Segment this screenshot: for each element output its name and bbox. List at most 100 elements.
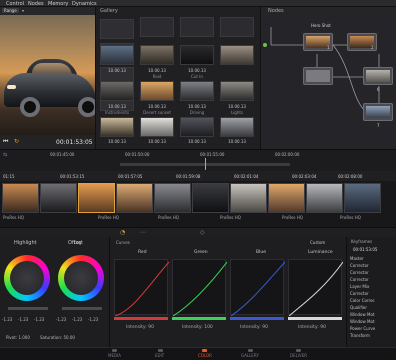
- gallery-still[interactable]: [140, 17, 174, 37]
- clip-thumbnail[interactable]: [268, 183, 305, 213]
- keyframe-row[interactable]: Corrector: [350, 270, 369, 275]
- node-number: 1: [327, 45, 330, 50]
- gallery-still[interactable]: [220, 81, 254, 101]
- color-icon[interactable]: ◔: [120, 229, 125, 236]
- keyframe-row[interactable]: Master: [350, 256, 364, 261]
- keyframe-row[interactable]: Corrector: [350, 277, 369, 282]
- green-bar: [172, 317, 226, 320]
- playhead[interactable]: [205, 158, 206, 170]
- gallery-still[interactable]: [180, 45, 214, 65]
- viewer-range-dropdown[interactable]: Range: [2, 8, 19, 13]
- car-headlight: [7, 85, 16, 89]
- gallery-still-tc: 10.00.13: [148, 104, 166, 109]
- gallery-still[interactable]: [140, 45, 174, 65]
- viewer-timecode: 00:01:53:05: [56, 139, 93, 146]
- dots-icon[interactable]: ⋯: [140, 229, 146, 236]
- gallery-still[interactable]: [100, 117, 134, 137]
- node-6[interactable]: [363, 67, 393, 85]
- keyframe-row[interactable]: Corrector: [350, 263, 369, 268]
- window-icon[interactable]: ◇: [200, 229, 205, 236]
- keyframe-row[interactable]: Window Mot: [350, 312, 375, 317]
- clip-thumbnail[interactable]: [230, 183, 267, 213]
- clip-thumbnail[interactable]: [2, 183, 39, 213]
- highlight-wheel[interactable]: [4, 255, 50, 301]
- timeline-ruler[interactable]: ⇆ 00:01:45:00 00:01:50:00 00:01:55:00 00…: [0, 149, 396, 171]
- media-page-icon[interactable]: [112, 349, 117, 352]
- page-media[interactable]: MEDIA: [108, 353, 121, 358]
- gallery-still[interactable]: [220, 117, 254, 137]
- gallery-album[interactable]: [100, 19, 134, 39]
- keyframes-timecode: 00:01:53:05: [353, 247, 378, 252]
- ruler-tc: 00:01:55:00: [200, 152, 225, 157]
- keyframe-row[interactable]: Transform: [350, 333, 370, 338]
- loop-icon[interactable]: ↻: [14, 138, 19, 145]
- deliver-page-icon[interactable]: [296, 349, 301, 352]
- gallery-still[interactable]: [140, 81, 174, 101]
- keyframe-row[interactable]: Power Curve: [350, 326, 375, 331]
- gallery-still-label: Instruments: [104, 110, 130, 115]
- gallery-still[interactable]: [180, 81, 214, 101]
- gallery-still-tc: 10.00.13: [108, 104, 126, 109]
- gallery-still-tc: 10.00.13: [108, 68, 126, 73]
- gallery-still[interactable]: [100, 45, 134, 65]
- node-number: 7: [377, 123, 380, 128]
- keyframe-row[interactable]: Qualifier: [350, 305, 367, 310]
- gallery-still[interactable]: [220, 17, 254, 37]
- viewer-image[interactable]: [0, 15, 95, 135]
- gallery-still[interactable]: [220, 45, 254, 65]
- clip-thumbnail[interactable]: [40, 183, 77, 213]
- highlight-slider[interactable]: [8, 307, 48, 310]
- clip-timecode: 00:02:03:04: [292, 174, 317, 179]
- curves-panel: Log Curves Red Green Blue Luminance Cust…: [74, 237, 346, 347]
- offset-slider[interactable]: [62, 307, 102, 310]
- curve-luminance[interactable]: [288, 259, 344, 317]
- page-deliver[interactable]: DELIVER: [290, 353, 307, 358]
- page-color[interactable]: COLOR: [198, 353, 212, 358]
- clip-format: ProRes HQ: [98, 215, 119, 220]
- curve-blue[interactable]: [230, 259, 286, 317]
- keyframe-row[interactable]: Corrector: [350, 291, 369, 296]
- node-number: 2: [371, 45, 374, 50]
- skip-back-icon[interactable]: ⏮: [3, 138, 8, 146]
- wheels-mode[interactable]: Log: [74, 240, 81, 245]
- curve-red[interactable]: [114, 259, 170, 317]
- clip-thumbnail[interactable]: [154, 183, 191, 213]
- keyframe-row[interactable]: Layer Mix: [350, 284, 369, 289]
- wheel-value: -1.23: [56, 317, 67, 322]
- wheel-value: -1.23: [34, 317, 45, 322]
- page-edit[interactable]: EDIT: [155, 353, 164, 358]
- wheel-value: -1.23: [18, 317, 29, 322]
- clip-thumbnail-selected[interactable]: [78, 183, 115, 213]
- menu-bar: Control Nodes Memory Dynamics: [0, 0, 396, 7]
- gallery-still-tc: 10.00.13: [108, 139, 126, 144]
- page-gallery[interactable]: GALLERY: [241, 353, 259, 358]
- keyframes-title: Keyframes: [351, 239, 373, 244]
- color-page-icon[interactable]: [202, 349, 207, 352]
- clip-thumbnail[interactable]: [344, 183, 381, 213]
- node-layer-mixer[interactable]: [303, 67, 333, 85]
- gallery-still[interactable]: [140, 117, 174, 137]
- clip-format: ProRes HQ: [220, 215, 241, 220]
- luminance-intensity: Intensity: 90: [298, 325, 326, 330]
- gallery-still[interactable]: [180, 117, 214, 137]
- curves-custom-dropdown[interactable]: Custom: [310, 240, 325, 245]
- clip-thumbnail[interactable]: [192, 183, 229, 213]
- keyframe-row[interactable]: Color Correc: [350, 298, 375, 303]
- node-input-dot[interactable]: [263, 43, 267, 47]
- gallery-page-icon[interactable]: [248, 349, 253, 352]
- node-7[interactable]: [363, 103, 393, 121]
- track-icon[interactable]: ⇆: [3, 152, 7, 158]
- keyframe-row[interactable]: Window Mot: [350, 319, 375, 324]
- gallery-still[interactable]: [100, 81, 134, 101]
- curve-green[interactable]: [172, 259, 228, 317]
- clip-timecode: 00:01:59:08: [176, 174, 201, 179]
- ruler-tc: 00:01:50:00: [125, 152, 150, 157]
- curve-red-label: Red: [138, 250, 147, 255]
- offset-wheel[interactable]: [58, 255, 104, 301]
- clip-thumbnail[interactable]: [116, 183, 153, 213]
- wheel-label-highlight: Highlight: [14, 240, 37, 246]
- clip-thumbnail[interactable]: [306, 183, 343, 213]
- gallery-still[interactable]: [180, 17, 214, 37]
- gallery-panel: Gallery 10.00.13 10.00.13 Raid 10.00.13 …: [95, 7, 260, 149]
- edit-page-icon[interactable]: [158, 349, 163, 352]
